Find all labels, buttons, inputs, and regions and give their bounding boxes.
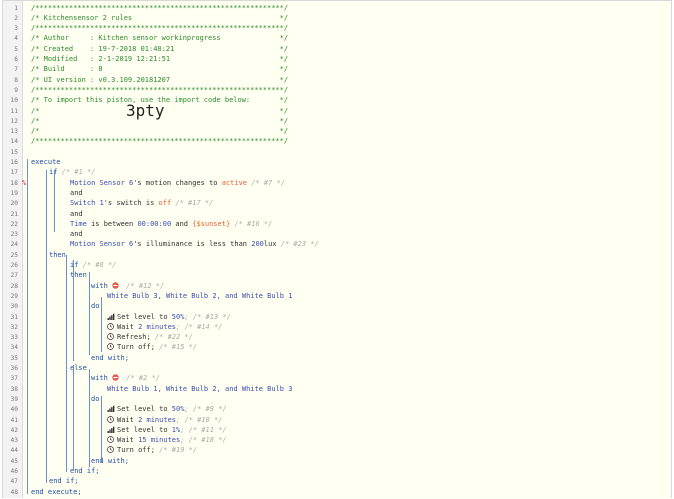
statement-id: /* #19 */ xyxy=(154,446,198,455)
operator-and: and xyxy=(70,209,83,218)
keyword-with: with xyxy=(91,281,108,290)
header-comment: /***************************************… xyxy=(31,3,289,12)
code-token: Set level to xyxy=(117,312,172,321)
statement-id: /* #8 */ xyxy=(82,261,117,269)
end-execute-line[interactable]: end execute; xyxy=(31,487,82,498)
statement-id: /* #1 */ xyxy=(61,168,96,177)
condition-value: 00:00:00 xyxy=(137,219,172,228)
statement-id: ; /* #13 */ xyxy=(184,312,231,321)
execute-block-line xyxy=(27,159,28,494)
keyword-then: then xyxy=(49,250,66,259)
keyword-with: with xyxy=(91,374,108,383)
code-token: Turn off; xyxy=(117,343,155,352)
no-entry-icon[interactable] xyxy=(112,281,119,289)
operator-and: and xyxy=(70,230,83,239)
header-comment: /***************************************… xyxy=(31,85,289,94)
device-name: Motion Sensor 6 xyxy=(70,240,134,249)
clock-icon[interactable] xyxy=(107,343,114,351)
clock-icon[interactable] xyxy=(107,333,114,340)
keyword-end-if: end if; xyxy=(49,477,79,486)
code-line: 48 end execute; xyxy=(0,487,674,498)
code-token: 's switch is xyxy=(103,199,159,208)
statement-id: /* #22 */ xyxy=(150,333,193,342)
statement-id: ; /* #14 */ xyxy=(176,322,223,331)
condition-value: {$sunset} xyxy=(192,219,231,228)
code-token: is between xyxy=(86,219,138,228)
clock-icon[interactable] xyxy=(107,436,114,443)
line-number: 48 xyxy=(10,488,18,496)
if1-condition-line xyxy=(54,170,55,232)
statement-id: /* #7 */ xyxy=(247,178,285,187)
statement-id: /* #23 */ xyxy=(276,240,319,249)
device-name: Motion Sensor 6 xyxy=(70,178,134,187)
keyword-do: do xyxy=(91,302,100,311)
code-token: Wait xyxy=(117,322,139,331)
else-inner-line xyxy=(73,365,74,470)
header-comment: /* Created : 19-7-2018 01:40:21 */ xyxy=(31,44,289,53)
clock-icon[interactable] xyxy=(107,446,114,454)
statement-id: ; /* #11 */ xyxy=(180,425,227,434)
keyword-do: do xyxy=(91,394,100,403)
signal-bars-icon[interactable] xyxy=(107,313,115,320)
action-value: 15 minutes xyxy=(138,436,181,445)
condition-value: active xyxy=(221,178,248,187)
signal-bars-icon[interactable] xyxy=(107,426,115,433)
code-token: Set level to xyxy=(117,405,172,414)
condition-value: off xyxy=(158,199,172,208)
header-comment: /* */ xyxy=(31,127,289,136)
header-comment: /* Author : Kitchen sensor workinprogres… xyxy=(31,34,289,43)
keyword-end-execute: end execute; xyxy=(31,487,82,496)
code-token: Wait xyxy=(117,436,139,445)
code-token: Refresh; xyxy=(117,333,151,342)
code-token: 's illuminance is less than xyxy=(133,240,252,249)
if1-block-line xyxy=(46,170,47,483)
device-name: Time xyxy=(70,219,87,228)
with2-block-line xyxy=(89,369,90,467)
statement-id: /* #2 */ xyxy=(122,374,161,383)
code-token: Turn off; xyxy=(117,446,155,455)
statement-id: ; /* #18 */ xyxy=(180,436,227,445)
keyword-execute: execute xyxy=(31,158,61,166)
if2-block-line xyxy=(66,255,67,472)
statement-id: /* #16 */ xyxy=(230,219,273,228)
code-token: Wait xyxy=(117,415,139,424)
keyword-end-with: end with; xyxy=(91,456,129,465)
action-value: 50% xyxy=(171,405,185,414)
header-comment: /* UI version : v0.3.109.20181207 */ xyxy=(31,75,289,84)
statement-id: /* #15 */ xyxy=(154,343,198,352)
clock-icon[interactable] xyxy=(107,322,114,330)
keyword-end-with: end with; xyxy=(91,353,129,362)
action-value: 2 minutes xyxy=(138,322,177,331)
device-list: White Bulb 1, White Bulb 2, and White Bu… xyxy=(107,384,293,393)
header-comment: /* Kitchensensor 2 rules */ xyxy=(31,13,289,22)
code-token: and xyxy=(171,219,193,228)
statement-id: ; /* #10 */ xyxy=(176,415,223,424)
header-comment: /* Modified : 2-1-2019 12:21:51 */ xyxy=(31,55,289,63)
device-list: White Bulb 3, White Bulb 2, and White Bu… xyxy=(107,291,293,300)
condition-value: 200 xyxy=(251,240,264,249)
statement-id: ; /* #9 */ xyxy=(184,405,227,414)
action-value: 50% xyxy=(171,312,185,321)
keyword-end-if: end if; xyxy=(70,467,100,475)
action-value: 1% xyxy=(171,425,181,434)
do2-block-line xyxy=(101,396,102,463)
code-token: lux xyxy=(263,240,277,249)
code-token: 's motion changes to xyxy=(133,178,222,187)
header-comment: /* Build : 8 */ xyxy=(31,65,289,74)
signal-bars-icon[interactable] xyxy=(107,405,115,413)
code-token: Set level to xyxy=(117,425,172,434)
device-name: Switch 1 xyxy=(70,199,104,208)
then2-inner-line xyxy=(73,260,74,361)
import-code[interactable]: 3pty xyxy=(126,101,165,120)
header-comment: /***************************************… xyxy=(31,137,289,146)
statement-id: /* #12 */ xyxy=(122,281,165,290)
statement-id: /* #17 */ xyxy=(171,199,214,208)
header-comment: /***************************************… xyxy=(31,24,289,33)
operator-and: and xyxy=(70,188,83,197)
no-entry-icon[interactable] xyxy=(112,374,119,382)
clock-icon[interactable] xyxy=(107,415,114,423)
do1-block-line xyxy=(101,297,102,352)
action-value: 2 minutes xyxy=(138,415,177,424)
with1-block-line xyxy=(89,272,90,355)
